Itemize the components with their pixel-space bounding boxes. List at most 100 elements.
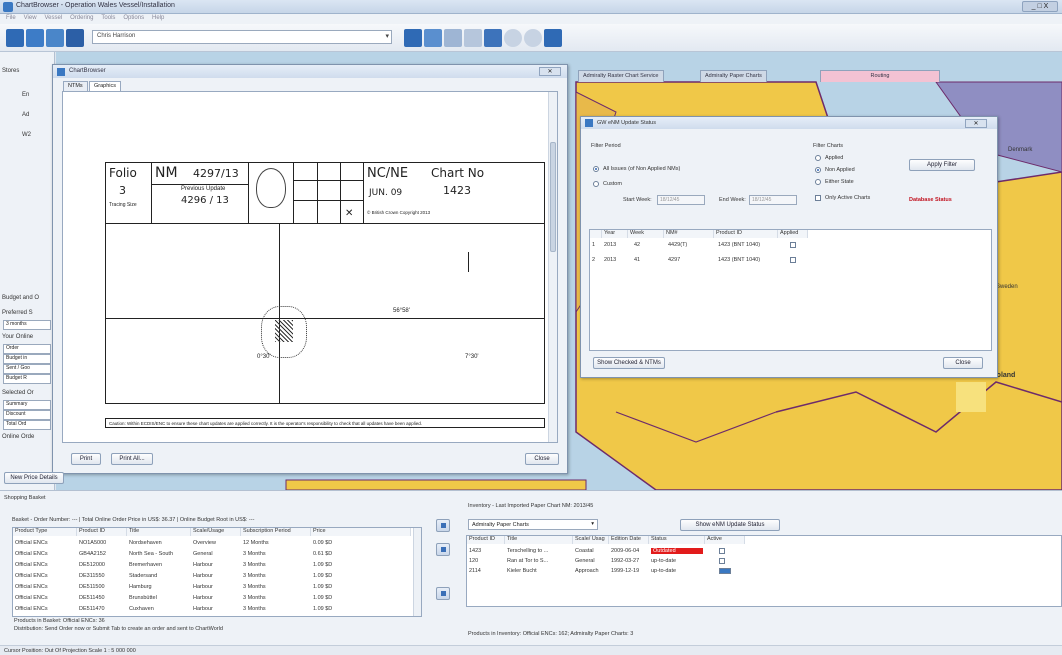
chart-browser-dialog: ChartBrowser ✕ NTMs Graphics Folio 3 Tra… xyxy=(52,64,568,474)
start-week-input[interactable]: 18/12/45 xyxy=(657,195,705,205)
table-cell: Official ENCs xyxy=(15,573,48,579)
active-checkbox[interactable] xyxy=(719,568,731,574)
col-title[interactable]: Title xyxy=(127,528,191,536)
nm-dialog-title: GW eNM Update Status xyxy=(597,120,656,126)
end-week-input[interactable]: 18/12/45 xyxy=(749,195,797,205)
col-year[interactable]: Year xyxy=(602,230,628,238)
basket-scrollbar[interactable] xyxy=(413,528,421,616)
inventory-filter-select[interactable]: Admiralty Paper Charts ▾ xyxy=(468,519,598,530)
table-row[interactable]: Official ENCs DE511450 Brunsbüttel Harbour 3… xyxy=(13,593,413,604)
print-button[interactable]: Print xyxy=(71,453,101,465)
store-item-1[interactable]: En xyxy=(22,92,29,98)
table-row[interactable]: 1 2013 42 4429(T) 1423 (BNT 1040) xyxy=(590,239,991,252)
applied-checkbox[interactable] xyxy=(790,257,796,263)
close-button[interactable]: Close xyxy=(525,453,559,465)
filter-either-radio[interactable] xyxy=(815,179,821,185)
show-enm-status-button[interactable]: Show eNM Update Status xyxy=(680,519,780,531)
col-title[interactable]: Title xyxy=(505,536,573,544)
open-icon[interactable] xyxy=(6,29,24,47)
save-icon[interactable] xyxy=(26,29,44,47)
col-active[interactable]: Active xyxy=(705,536,745,544)
col-week[interactable]: Week xyxy=(628,230,664,238)
col-product-type[interactable]: Product Type xyxy=(13,528,77,536)
table-row[interactable]: Official ENCs DE511500 Hamburg Harbour 3 Mon… xyxy=(13,582,413,593)
filter-non-applied-label: Non Applied xyxy=(825,167,855,173)
tab-routing[interactable]: Routing xyxy=(820,70,940,82)
table-row[interactable]: Official ENCs DE512000 Bremerhaven Harbour 3… xyxy=(13,560,413,571)
col-scale-usage[interactable]: Scale/ Usag xyxy=(573,536,609,544)
ship-details-icon[interactable] xyxy=(484,29,502,47)
move-left-arrow-icon[interactable] xyxy=(436,543,450,556)
vessel-combo[interactable]: Chris Harrison ▾ xyxy=(92,30,392,44)
col-edition-date[interactable]: Edition Date xyxy=(609,536,649,544)
table-row[interactable]: Official ENCs DE511470 Cuxhaven Harbour 3 Mo… xyxy=(13,604,413,615)
cell-date: 2009-06-04 xyxy=(611,548,640,554)
menu-view[interactable]: View xyxy=(24,15,37,21)
menu-options[interactable]: Options xyxy=(123,15,144,21)
col-price[interactable]: Price xyxy=(311,528,411,536)
tab-graphics[interactable]: Graphics xyxy=(89,81,122,91)
col-product-id[interactable]: Product ID xyxy=(77,528,127,536)
tab-ntms[interactable]: NTMs xyxy=(63,81,88,91)
globe-icon[interactable] xyxy=(504,29,522,47)
chart-no-value: 1423 xyxy=(443,184,471,197)
cell-id: 1423 xyxy=(469,548,482,554)
col-applied[interactable]: Applied xyxy=(778,230,808,238)
close-icon[interactable]: ✕ xyxy=(539,67,561,76)
menu-tools[interactable]: Tools xyxy=(101,15,115,21)
apply-filter-button[interactable]: Apply Filter xyxy=(909,159,975,171)
cell-week: 42 xyxy=(634,242,641,248)
new-price-details-button[interactable]: New Price Details xyxy=(4,472,64,484)
show-checked-button[interactable]: Show Checked & NTMs xyxy=(593,357,665,369)
menu-vessel[interactable]: Vessel xyxy=(44,15,62,21)
move-right-arrow-icon[interactable] xyxy=(436,519,450,532)
store-item-2[interactable]: Ad xyxy=(22,112,29,118)
tab-raster-chart-service[interactable]: Admiralty Raster Chart Service xyxy=(578,70,664,82)
chart-icon[interactable] xyxy=(404,29,422,47)
applied-checkbox[interactable] xyxy=(790,242,796,248)
graphics-scrollbar[interactable] xyxy=(548,92,557,442)
col-status[interactable]: Status xyxy=(649,536,705,544)
col-product-id[interactable]: Product ID xyxy=(714,230,778,238)
scroll-thumb[interactable] xyxy=(550,142,556,252)
transfer-icon[interactable] xyxy=(436,587,450,600)
ship-icon[interactable] xyxy=(66,29,84,47)
layers-icon[interactable] xyxy=(424,29,442,47)
table-row[interactable]: 2 2013 41 4297 1423 (BNT 1040) xyxy=(590,254,991,267)
table-row[interactable]: Official ENCs DE311550 Stadersand Harbour 3 … xyxy=(13,571,413,582)
nm-dialog-titlebar: GW eNM Update Status ✕ xyxy=(581,117,997,129)
active-checkbox[interactable] xyxy=(719,548,725,554)
refresh-icon[interactable] xyxy=(524,29,542,47)
table-row[interactable]: 120 Ran at Tor to S... General 1992-03-27 up… xyxy=(467,556,1061,566)
table-row[interactable]: Official ENCs NO1A5000 Nordsehaven Overview… xyxy=(13,538,413,549)
inventory-filter-value: Admiralty Paper Charts xyxy=(472,522,529,528)
monitor-icon[interactable] xyxy=(544,29,562,47)
close-icon[interactable]: ✕ xyxy=(965,119,987,128)
window-controls[interactable]: _ □ X xyxy=(1022,1,1058,12)
only-active-checkbox[interactable] xyxy=(815,195,821,201)
col-nm[interactable]: NM# xyxy=(664,230,714,238)
table-row[interactable]: 1423 Terschelling to ... Coastal 2009-06-04… xyxy=(467,546,1061,556)
store-item-3[interactable]: W2 xyxy=(22,132,31,138)
menu-file[interactable]: File xyxy=(6,15,16,21)
col-scale-usage[interactable]: Scale/Usage xyxy=(191,528,241,536)
binoculars-icon[interactable] xyxy=(46,29,64,47)
menu-help[interactable]: Help xyxy=(152,15,164,21)
filter-all-radio[interactable] xyxy=(593,166,599,172)
table-row[interactable]: 2114 Kieler Bucht Approach 1999-12-19 up-to-… xyxy=(467,566,1061,576)
cell-date: 1999-12-19 xyxy=(611,568,640,574)
route-icon[interactable] xyxy=(464,29,482,47)
copy-icon[interactable] xyxy=(444,29,462,47)
preferred-select[interactable]: 3 months xyxy=(3,320,51,330)
print-all-button[interactable]: Print All... xyxy=(111,453,153,465)
tab-paper-charts[interactable]: Admiralty Paper Charts xyxy=(700,70,767,82)
col-product-id[interactable]: Product ID xyxy=(467,536,505,544)
table-row[interactable]: Official ENCs GB4A2152 North Sea - South Ge… xyxy=(13,549,413,560)
nm-close-button[interactable]: Close xyxy=(943,357,983,369)
filter-custom-radio[interactable] xyxy=(593,181,599,187)
col-subscription-period[interactable]: Subscription Period xyxy=(241,528,311,536)
filter-applied-radio[interactable] xyxy=(815,155,821,161)
filter-non-applied-radio[interactable] xyxy=(815,167,821,173)
menu-ordering[interactable]: Ordering xyxy=(70,15,93,21)
active-checkbox[interactable] xyxy=(719,558,725,564)
